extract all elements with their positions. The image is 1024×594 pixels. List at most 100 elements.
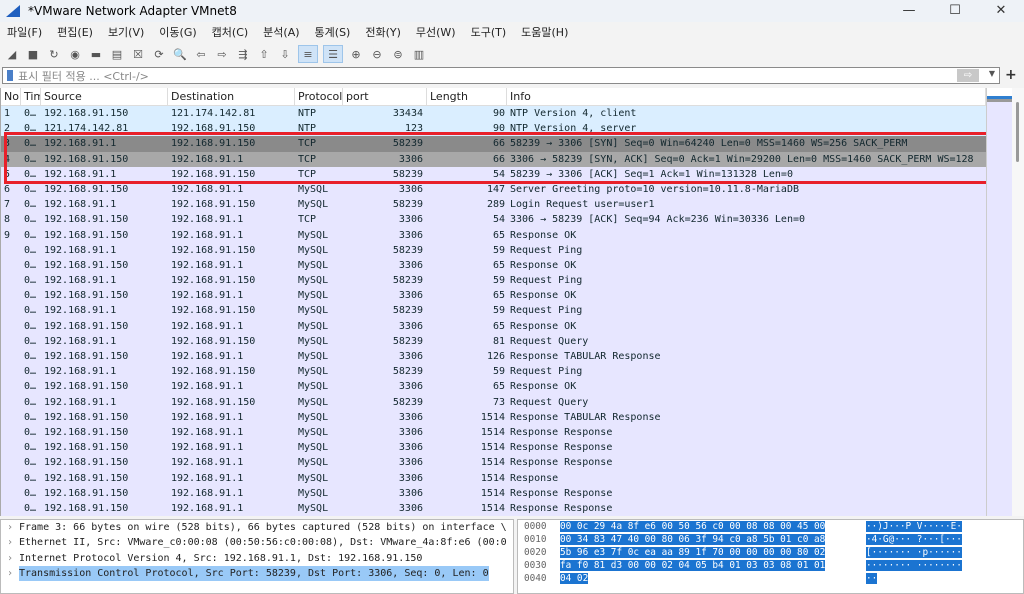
stop-icon[interactable]: ■ (25, 46, 41, 62)
filter-dropdown-icon[interactable]: ▼ (989, 69, 995, 78)
packet-row[interactable]: 3 0… 192.168.91.1 192.168.91.150 TCP 58239 66 5… (1, 136, 986, 152)
packet-row[interactable]: 0… 192.168.91.150 192.168.91.1 MySQL 3306 65 R… (1, 288, 986, 304)
shark-fin-icon[interactable]: ◢ (4, 46, 20, 62)
packet-info: 58239 → 3306 [ACK] Seq=1 Ack=1 Win=13132… (510, 168, 793, 180)
packet-protocol: MySQL (298, 457, 329, 469)
packet-info: Server Greeting proto=10 version=10.11.8… (510, 183, 799, 195)
column-header-info[interactable]: Info (507, 88, 986, 105)
restart-icon[interactable]: ↻ (46, 46, 62, 62)
open-folder-icon[interactable]: ▬ (88, 46, 104, 62)
packet-list-scrollbar[interactable] (1012, 88, 1024, 516)
menu-item[interactable]: 도움말(H) (514, 24, 576, 42)
first-packet-icon[interactable]: ⇧ (256, 46, 272, 62)
packet-no (1, 395, 21, 410)
detail-tree-item[interactable]: › Transmission Control Protocol, Src Port… (1, 565, 513, 582)
packet-row[interactable]: 6 0… 192.168.91.150 192.168.91.1 MySQL 3306 14… (1, 181, 986, 198)
bookmark-icon[interactable] (7, 70, 13, 81)
column-header-source[interactable]: Source (41, 88, 168, 105)
packet-row[interactable]: 0… 192.168.91.150 192.168.91.1 MySQL 3306 151… (1, 470, 986, 486)
detail-tree-item[interactable]: › Internet Protocol Version 4, Src: 192.1… (1, 551, 513, 566)
bytes-row: 0030 fa f0 81 d3 00 00 02 04 05 b4 01 03 … (518, 559, 1023, 572)
colorize-icon[interactable]: ☰ (323, 45, 343, 63)
packet-row[interactable]: 4 0… 192.168.91.150 192.168.91.1 TCP 3306 66 33… (1, 151, 986, 167)
packet-row[interactable]: 0… 192.168.91.150 192.168.91.1 MySQL 3306 65 R… (1, 379, 986, 395)
menu-item[interactable]: 도구(T) (464, 24, 515, 42)
packet-row[interactable]: 0… 192.168.91.1 192.168.91.150 MySQL 58239 59… (1, 273, 986, 289)
packet-row[interactable]: 0… 192.168.91.150 192.168.91.1 MySQL 3306 65 R… (1, 318, 986, 334)
packet-no (1, 319, 21, 334)
packet-minimap[interactable] (986, 88, 1012, 516)
packet-row[interactable]: 0… 192.168.91.150 192.168.91.1 MySQL 3306 151… (1, 485, 986, 501)
packet-no: 4 (4, 153, 11, 165)
menu-item[interactable]: 분석(A) (256, 24, 307, 42)
add-filter-button[interactable]: + (1005, 67, 1017, 83)
options-icon[interactable]: ◉ (67, 46, 83, 62)
reload-icon[interactable]: ⟳ (151, 46, 167, 62)
save-icon[interactable]: ▤ (109, 46, 125, 62)
expand-chevron-icon[interactable]: › (1, 520, 19, 535)
column-header-port[interactable]: port (343, 88, 427, 105)
detail-tree-item[interactable]: › Frame 3: 66 bytes on wire (528 bits), 6… (1, 520, 513, 535)
packet-no (1, 455, 21, 470)
find-icon[interactable]: 🔍 (172, 46, 188, 62)
packet-row[interactable]: 0… 192.168.91.150 192.168.91.1 MySQL 3306 151… (1, 455, 986, 471)
packet-row[interactable]: 0… 192.168.91.150 192.168.91.1 MySQL 3306 151… (1, 440, 986, 456)
packet-info: Response TABULAR Response (510, 411, 661, 423)
column-header-length[interactable]: Length (427, 88, 507, 105)
packet-row[interactable]: 0… 192.168.91.1 192.168.91.150 MySQL 58239 81… (1, 333, 986, 349)
display-filter-input[interactable]: 표시 필터 적용 ... <Ctrl-/> ⇨ ▼ (2, 67, 1000, 84)
back-icon[interactable]: ⇦ (193, 46, 209, 62)
packet-destination: 192.168.91.1 (171, 153, 244, 165)
packet-info: Response Response (510, 426, 613, 438)
column-header-tim[interactable]: Tim (21, 88, 41, 105)
packet-row[interactable]: 0… 192.168.91.150 192.168.91.1 MySQL 3306 126… (1, 349, 986, 365)
menu-item[interactable]: 전화(Y) (358, 24, 409, 42)
menu-item[interactable]: 보기(V) (101, 24, 152, 42)
zoom-in-icon[interactable]: ⊕ (348, 46, 364, 62)
packet-row[interactable]: 0… 192.168.91.1 192.168.91.150 MySQL 58239 73… (1, 394, 986, 410)
packet-row[interactable]: 0… 192.168.91.150 192.168.91.1 MySQL 3306 151… (1, 409, 986, 425)
menu-item[interactable]: 이동(G) (152, 24, 204, 42)
hex-bytes: 04 02 (560, 572, 850, 585)
title-bar: *VMware Network Adapter VMnet8 — ☐ ✕ (0, 0, 1024, 22)
packet-row[interactable]: 7 0… 192.168.91.1 192.168.91.150 MySQL 58239 2… (1, 197, 986, 213)
packet-row[interactable]: 0… 192.168.91.1 192.168.91.150 MySQL 58239 59… (1, 242, 986, 258)
maximize-button[interactable]: ☐ (932, 0, 978, 22)
expand-chevron-icon[interactable]: › (1, 551, 19, 566)
menu-item[interactable]: 파일(F) (0, 24, 50, 42)
detail-tree-item[interactable]: › Ethernet II, Src: VMware_c0:00:08 (00:5… (1, 535, 513, 550)
autoscroll-icon[interactable]: ≡ (298, 45, 318, 63)
resize-columns-icon[interactable]: ▥ (411, 46, 427, 62)
menu-item[interactable]: 편집(E) (50, 24, 101, 42)
apply-filter-button[interactable]: ⇨ (957, 69, 979, 82)
column-header-no[interactable]: No (1, 88, 21, 105)
menu-item[interactable]: 무선(W) (409, 24, 464, 42)
last-packet-icon[interactable]: ⇩ (277, 46, 293, 62)
zoom-out-icon[interactable]: ⊖ (369, 46, 385, 62)
packet-row[interactable]: 2 0… 121.174.142.81 192.168.91.150 NTP 123 90 N… (1, 121, 986, 137)
packet-row[interactable]: 0… 192.168.91.150 192.168.91.1 MySQL 3306 151… (1, 424, 986, 441)
packet-row[interactable]: 0… 192.168.91.1 192.168.91.150 MySQL 58239 59… (1, 303, 986, 319)
packet-row[interactable]: 8 0… 192.168.91.150 192.168.91.1 TCP 3306 54 33… (1, 212, 986, 228)
packet-source: 192.168.91.150 (44, 183, 129, 195)
zoom-reset-icon[interactable]: ⊜ (390, 46, 406, 62)
forward-icon[interactable]: ⇨ (214, 46, 230, 62)
goto-icon[interactable]: ⇶ (235, 46, 251, 62)
packet-row[interactable]: 0… 192.168.91.150 192.168.91.1 MySQL 3306 65 R… (1, 257, 986, 274)
minimize-button[interactable]: — (886, 0, 932, 22)
close-file-icon[interactable]: ☒ (130, 46, 146, 62)
packet-row[interactable]: 1 0… 192.168.91.150 121.174.142.81 NTP 33434 9… (1, 106, 986, 122)
expand-chevron-icon[interactable]: › (1, 535, 19, 550)
expand-chevron-icon[interactable]: › (1, 566, 19, 581)
packet-row[interactable]: 5 0… 192.168.91.1 192.168.91.150 TCP 58239 54 5… (1, 166, 986, 182)
column-header-destination[interactable]: Destination (168, 88, 295, 105)
close-button[interactable]: ✕ (978, 0, 1024, 22)
packet-source: 192.168.91.150 (44, 153, 129, 165)
menu-item[interactable]: 캡처(C) (205, 24, 257, 42)
packet-length: 59 (492, 366, 505, 378)
packet-row[interactable]: 0… 192.168.91.150 192.168.91.1 MySQL 3306 151… (1, 500, 986, 516)
menu-item[interactable]: 통계(S) (308, 24, 359, 42)
packet-row[interactable]: 9 0… 192.168.91.150 192.168.91.1 MySQL 3306 65… (1, 227, 986, 243)
column-header-protocol[interactable]: Protocol (295, 88, 343, 105)
packet-row[interactable]: 0… 192.168.91.1 192.168.91.150 MySQL 58239 59… (1, 364, 986, 380)
